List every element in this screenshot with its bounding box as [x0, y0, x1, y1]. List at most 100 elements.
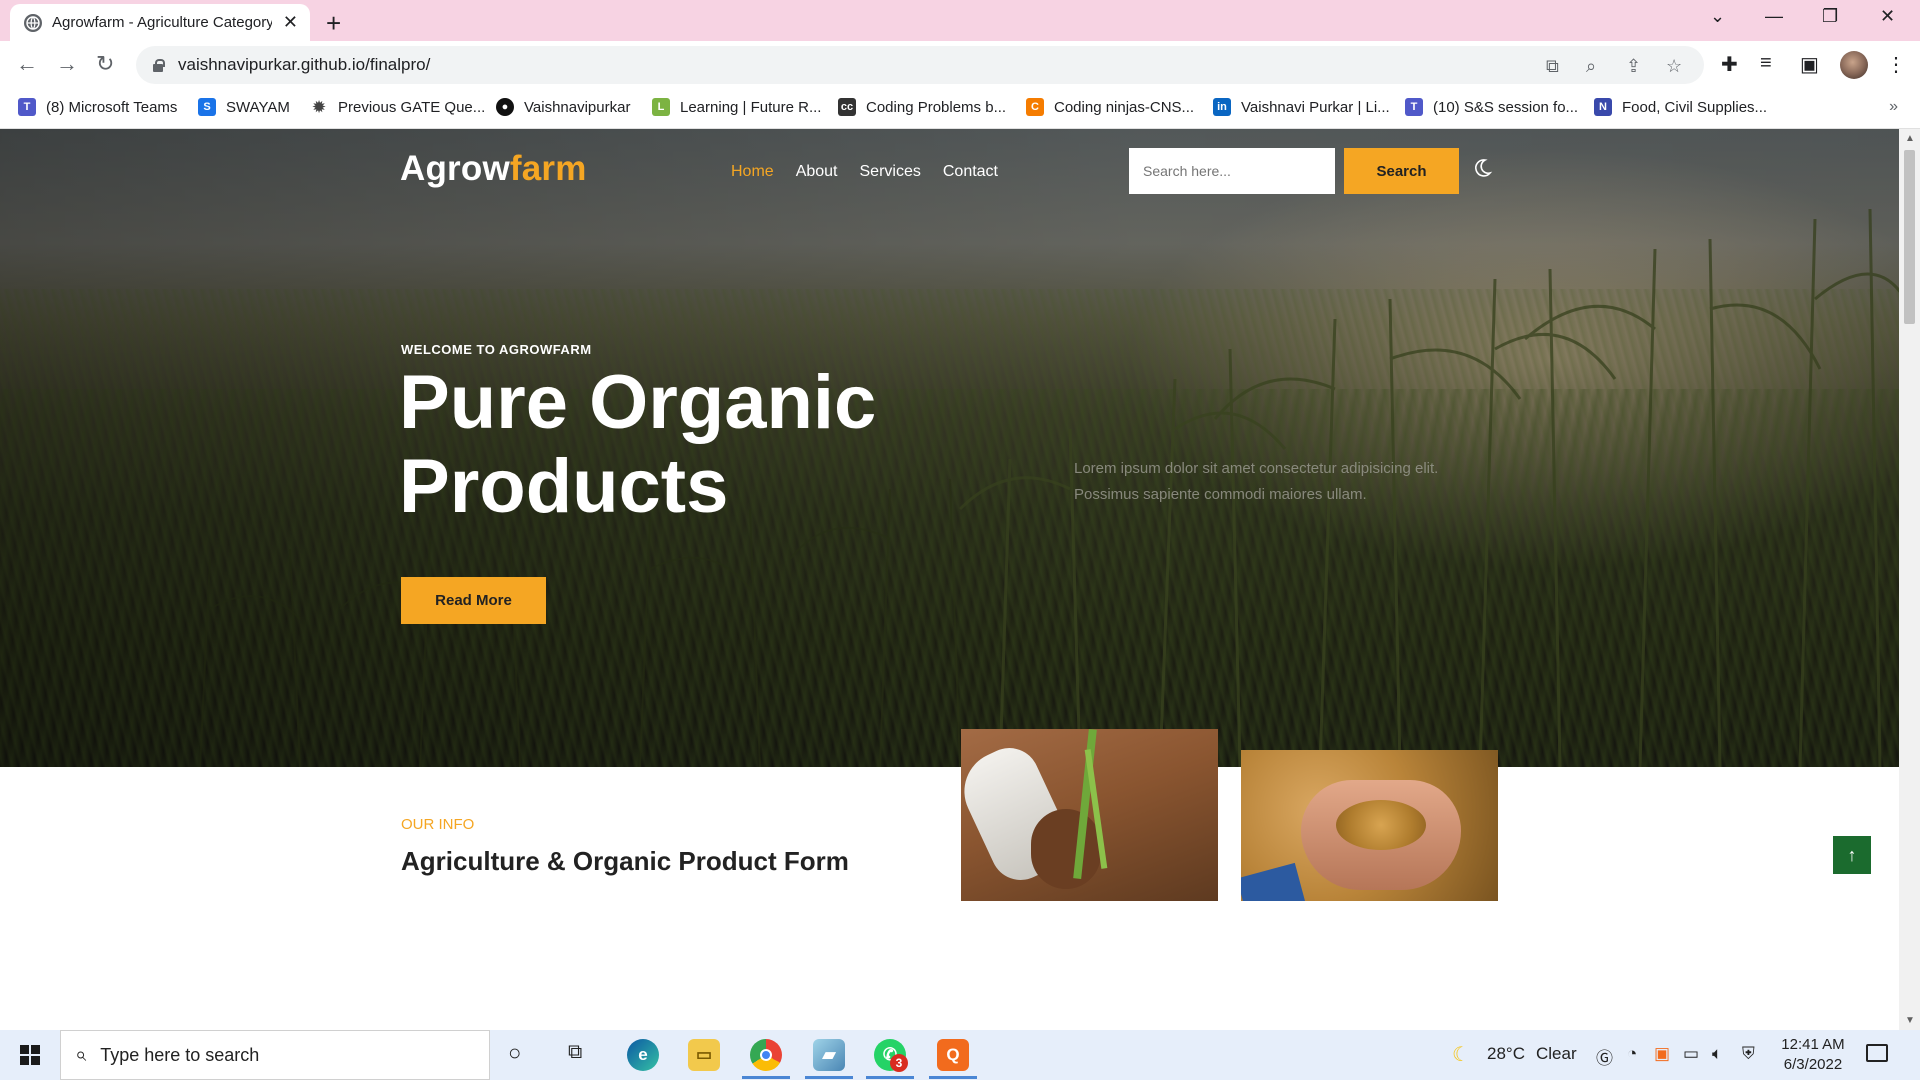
edge-icon[interactable]: e	[627, 1039, 659, 1071]
page-viewport: Agrowfarm Home About Services Contact Se…	[0, 129, 1899, 1030]
bookmark-label: (10) S&S session fo...	[1433, 98, 1579, 116]
bookmark-item[interactable]: ✹ Previous GATE Que...	[310, 98, 485, 116]
notification-center-icon[interactable]	[1866, 1044, 1888, 1062]
new-tab-button[interactable]: +	[326, 8, 341, 39]
grammarly-tray-icon[interactable]: Ⓖ	[1596, 1044, 1613, 1069]
translate-icon[interactable]: ⧉	[1546, 56, 1559, 77]
restore-icon[interactable]: ❐	[1822, 6, 1838, 27]
app-active-indicator	[805, 1076, 853, 1079]
bookmark-label: Food, Civil Supplies...	[1622, 98, 1768, 116]
close-window-icon[interactable]: ✕	[1880, 6, 1895, 27]
forward-arrow-icon[interactable]: →	[56, 51, 78, 77]
windows-start-icon[interactable]	[20, 1045, 40, 1065]
info-title: Agriculture & Organic Product Form	[401, 846, 849, 876]
menu-kebab-icon[interactable]: ⋮	[1886, 52, 1906, 77]
nav-about-link[interactable]: About	[796, 163, 838, 181]
q-tray-icon[interactable]: ▣	[1654, 1044, 1670, 1064]
grain-in-hands-image	[1241, 750, 1498, 901]
browser-tab[interactable]: Agrowfarm - Agriculture Category ✕	[10, 4, 310, 41]
bookmark-item[interactable]: C Coding ninjas-CNS...	[1026, 98, 1194, 116]
chrome-icon[interactable]	[750, 1039, 782, 1071]
bookmarks-overflow-icon[interactable]: »	[1889, 98, 1898, 116]
zoom-icon[interactable]: ⌕	[1586, 56, 1596, 77]
profile-avatar[interactable]	[1840, 51, 1868, 79]
scrollbar-thumb[interactable]	[1904, 150, 1915, 324]
main-navigation: Home About Services Contact	[731, 163, 998, 181]
taskbar-clock[interactable]: 12:41 AM 6/3/2022	[1778, 1035, 1848, 1075]
clock-time: 12:41 AM	[1781, 1036, 1845, 1053]
bookmark-item[interactable]: L Learning | Future R...	[652, 98, 821, 116]
share-icon[interactable]: ⇪	[1626, 56, 1641, 77]
bookmark-item[interactable]: S SWAYAM	[198, 98, 290, 116]
github-icon: ●	[496, 98, 514, 116]
bookmark-item[interactable]: T (8) Microsoft Teams	[18, 98, 177, 116]
tab-title: Agrowfarm - Agriculture Category	[52, 14, 272, 31]
hero-eyebrow: WELCOME TO AGROWFARM	[401, 342, 592, 357]
whatsapp-active-indicator	[866, 1076, 914, 1079]
scroll-down-arrow-icon[interactable]: ▼	[1905, 1015, 1915, 1026]
nav-services-link[interactable]: Services	[860, 163, 921, 181]
dark-mode-moon-icon[interactable]	[1471, 157, 1493, 179]
bookmark-star-icon[interactable]: ☆	[1666, 56, 1682, 77]
q-app-icon[interactable]: Q	[937, 1039, 969, 1071]
teams-icon: T	[18, 98, 36, 116]
bookmark-label: Coding ninjas-CNS...	[1054, 98, 1195, 116]
bookmark-item[interactable]: T (10) S&S session fo...	[1405, 98, 1578, 116]
lock-icon[interactable]	[152, 58, 165, 72]
scroll-up-arrow-icon[interactable]: ▲	[1905, 133, 1915, 144]
bookmark-label: Previous GATE Que...	[338, 98, 486, 116]
back-arrow-icon[interactable]: ←	[16, 51, 38, 77]
search-icon: ⌕	[75, 1043, 87, 1066]
learning-icon: L	[652, 98, 670, 116]
minimize-icon[interactable]: —	[1765, 6, 1783, 27]
swayam-icon: S	[198, 98, 216, 116]
chrome-active-indicator	[742, 1076, 790, 1079]
browser-tab-strip: Agrowfarm - Agriculture Category ✕ + ⌄ —…	[0, 0, 1920, 41]
bookmark-label: Coding Problems b...	[866, 98, 1007, 116]
reload-icon[interactable]: ↻	[96, 51, 114, 77]
weather-temp[interactable]: 28°C	[1487, 1044, 1525, 1064]
weather-moon-icon[interactable]: ☾	[1452, 1042, 1470, 1067]
page-scrollbar[interactable]: ▲ ▼	[1899, 129, 1920, 1030]
bookmark-label: (8) Microsoft Teams	[46, 98, 178, 116]
bookmark-item[interactable]: cc Coding Problems b...	[838, 98, 1006, 116]
network-tray-icon[interactable]: ◔	[1627, 1044, 1637, 1064]
file-explorer-icon[interactable]: ▭	[688, 1039, 720, 1071]
media-control-icon[interactable]: ≡	[1760, 52, 1772, 75]
battery-icon[interactable]: ▭	[1683, 1044, 1699, 1064]
bookmark-label: Vaishnavipurkar	[524, 98, 631, 116]
codingninjas-icon: C	[1026, 98, 1044, 116]
browser-toolbar: ← → ↻ vaishnavipurkar.github.io/finalpro…	[0, 41, 1920, 89]
back-to-top-button[interactable]: ↑	[1833, 836, 1871, 874]
site-search-input[interactable]	[1129, 148, 1335, 194]
cortana-circle-icon[interactable]: ○	[508, 1040, 521, 1066]
info-eyebrow: OUR INFO	[401, 816, 475, 833]
weather-condition[interactable]: Clear	[1536, 1044, 1577, 1064]
bookmarks-bar: T (8) Microsoft Teams S SWAYAM ✹ Previou…	[0, 89, 1920, 129]
task-view-icon[interactable]: ⧉	[568, 1041, 582, 1064]
side-panel-icon[interactable]: ▣	[1800, 52, 1819, 77]
tab-search-chevron-icon[interactable]: ⌄	[1710, 6, 1725, 27]
read-more-button[interactable]: Read More	[401, 577, 546, 624]
windows-taskbar: ⌕ Type here to search ○ ⧉ e ▭ ▰ ✆ 3 Q ☾ …	[0, 1030, 1920, 1080]
gear-icon: ✹	[310, 98, 328, 116]
notepad-app-icon[interactable]: ▰	[813, 1039, 845, 1071]
security-shield-icon[interactable]: ⛨	[1742, 1044, 1755, 1064]
nav-home-link[interactable]: Home	[731, 163, 774, 181]
bookmark-label: Learning | Future R...	[680, 98, 822, 116]
site-logo[interactable]: Agrowfarm	[400, 149, 587, 189]
volume-icon[interactable]: 🔈︎	[1712, 1044, 1722, 1064]
address-bar[interactable]: vaishnavipurkar.github.io/finalpro/ ⧉ ⌕ …	[136, 46, 1704, 84]
bookmark-item[interactable]: ● Vaishnavipurkar	[496, 98, 630, 116]
site-search-button[interactable]: Search	[1344, 148, 1459, 194]
taskbar-search-box[interactable]: ⌕ Type here to search	[60, 1030, 490, 1080]
tab-close-icon[interactable]: ✕	[283, 12, 298, 33]
linkedin-icon: in	[1213, 98, 1231, 116]
extensions-icon[interactable]: ✚	[1721, 52, 1738, 77]
bookmark-item[interactable]: in Vaishnavi Purkar | Li...	[1213, 98, 1390, 116]
bookmark-label: SWAYAM	[226, 98, 290, 116]
nav-contact-link[interactable]: Contact	[943, 163, 998, 181]
bookmark-item[interactable]: N Food, Civil Supplies...	[1594, 98, 1767, 116]
planting-sprout-image	[961, 729, 1218, 901]
whatsapp-badge: 3	[890, 1054, 908, 1072]
